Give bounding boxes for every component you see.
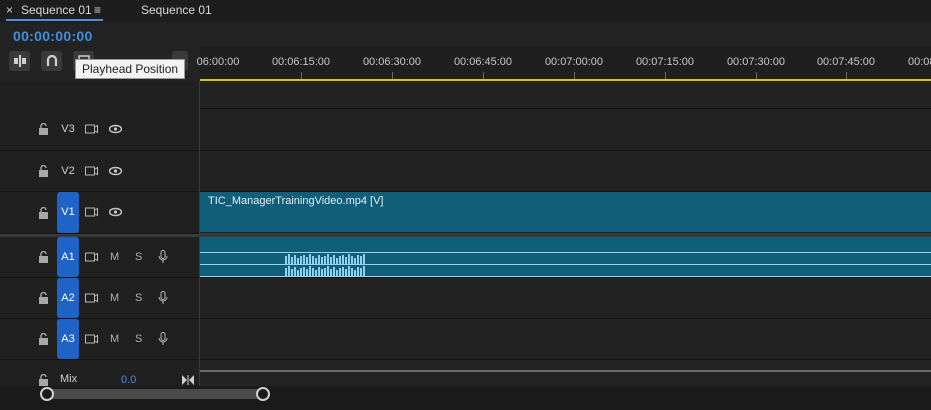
lock-icon[interactable]: [38, 165, 49, 177]
ruler-label: 00:07:15:00: [635, 56, 695, 68]
lane-v2[interactable]: [200, 151, 931, 192]
film-icon[interactable]: [85, 293, 98, 303]
track-header-v2: V2: [0, 151, 199, 192]
lane-a3[interactable]: [200, 319, 931, 360]
lock-icon[interactable]: [38, 251, 49, 263]
ruler-label: 00:06:30:00: [362, 56, 422, 68]
solo-button[interactable]: S: [135, 292, 142, 304]
tab-sequence-01[interactable]: Sequence 01: [21, 0, 92, 20]
lane-v3[interactable]: [200, 109, 931, 151]
ruler-label: 00:07:00:00: [544, 56, 604, 68]
film-icon[interactable]: [85, 124, 98, 134]
lane-a2[interactable]: [200, 278, 931, 319]
tab-close-icon[interactable]: ×: [6, 0, 13, 20]
mix-track: Mix 0.0: [0, 362, 931, 386]
ripple-icon: [13, 55, 26, 67]
tab-sequence-01-inactive[interactable]: Sequence 01: [141, 0, 212, 20]
track-header-a2: A2 M S: [0, 278, 199, 319]
solo-button[interactable]: S: [135, 251, 142, 263]
mute-button[interactable]: M: [110, 333, 119, 345]
ruler-label: 00:08: [908, 56, 931, 68]
film-icon[interactable]: [85, 252, 98, 262]
time-ruler[interactable]: 06:00:00 00:06:15:00 00:06:30:00 00:06:4…: [196, 46, 931, 80]
mix-lane-line: [200, 370, 931, 372]
go-to-end-icon[interactable]: [182, 375, 194, 385]
film-icon[interactable]: [85, 207, 98, 217]
mix-label: Mix: [60, 373, 78, 385]
tooltip: Playhead Position: [75, 59, 186, 79]
eye-icon[interactable]: [109, 166, 122, 176]
zoom-scrollbar[interactable]: [44, 389, 262, 399]
mix-volume-value[interactable]: 0.0: [121, 374, 136, 386]
lock-icon[interactable]: [38, 333, 49, 345]
mic-icon[interactable]: [158, 291, 168, 305]
mic-icon[interactable]: [158, 332, 168, 346]
track-name-a3[interactable]: A3: [57, 319, 79, 359]
track-name-v2[interactable]: V2: [57, 165, 79, 177]
audio-waveform: [285, 254, 365, 276]
ruler-label: 00:06:15:00: [271, 56, 331, 68]
lock-icon[interactable]: [38, 207, 49, 219]
lock-icon[interactable]: [38, 292, 49, 304]
track-header-a1: A1 M S: [0, 237, 199, 278]
track-header-v3: V3: [0, 109, 199, 151]
lock-icon[interactable]: [38, 374, 49, 386]
ruler-label: 00:07:45:00: [816, 56, 876, 68]
ruler-label: 06:00:00: [196, 56, 240, 68]
ruler-label: 00:06:45:00: [453, 56, 513, 68]
eye-icon[interactable]: [109, 124, 122, 134]
snap-button[interactable]: [41, 51, 62, 71]
eye-icon[interactable]: [109, 207, 122, 217]
active-tab-indicator: [6, 19, 103, 21]
zoom-handle-left[interactable]: [40, 387, 54, 401]
tab-menu-icon[interactable]: ≡: [94, 0, 101, 20]
film-icon[interactable]: [85, 166, 98, 176]
track-header-v1: V1: [0, 192, 199, 234]
mute-button[interactable]: M: [110, 251, 119, 263]
insert-sequence-button[interactable]: [9, 51, 30, 71]
zoom-handle-right[interactable]: [256, 387, 270, 401]
video-clip-label: TIC_ManagerTrainingVideo.mp4 [V]: [208, 195, 384, 207]
empty-lane: [200, 81, 931, 109]
track-name-a2[interactable]: A2: [57, 278, 79, 318]
track-name-v1[interactable]: V1: [57, 192, 79, 233]
solo-button[interactable]: S: [135, 333, 142, 345]
track-name-a1[interactable]: A1: [57, 237, 79, 277]
mic-icon[interactable]: [158, 250, 168, 264]
lock-icon[interactable]: [38, 123, 49, 135]
playhead-timecode[interactable]: 00:00:00:00: [13, 28, 93, 44]
track-header-a3: A3 M S: [0, 319, 199, 360]
magnet-icon: [46, 54, 57, 66]
film-icon[interactable]: [85, 334, 98, 344]
ruler-label: 00:07:30:00: [726, 56, 786, 68]
tab-bar: × Sequence 01 ≡ Sequence 01: [0, 0, 931, 22]
track-name-v3[interactable]: V3: [57, 123, 79, 135]
mute-button[interactable]: M: [110, 292, 119, 304]
